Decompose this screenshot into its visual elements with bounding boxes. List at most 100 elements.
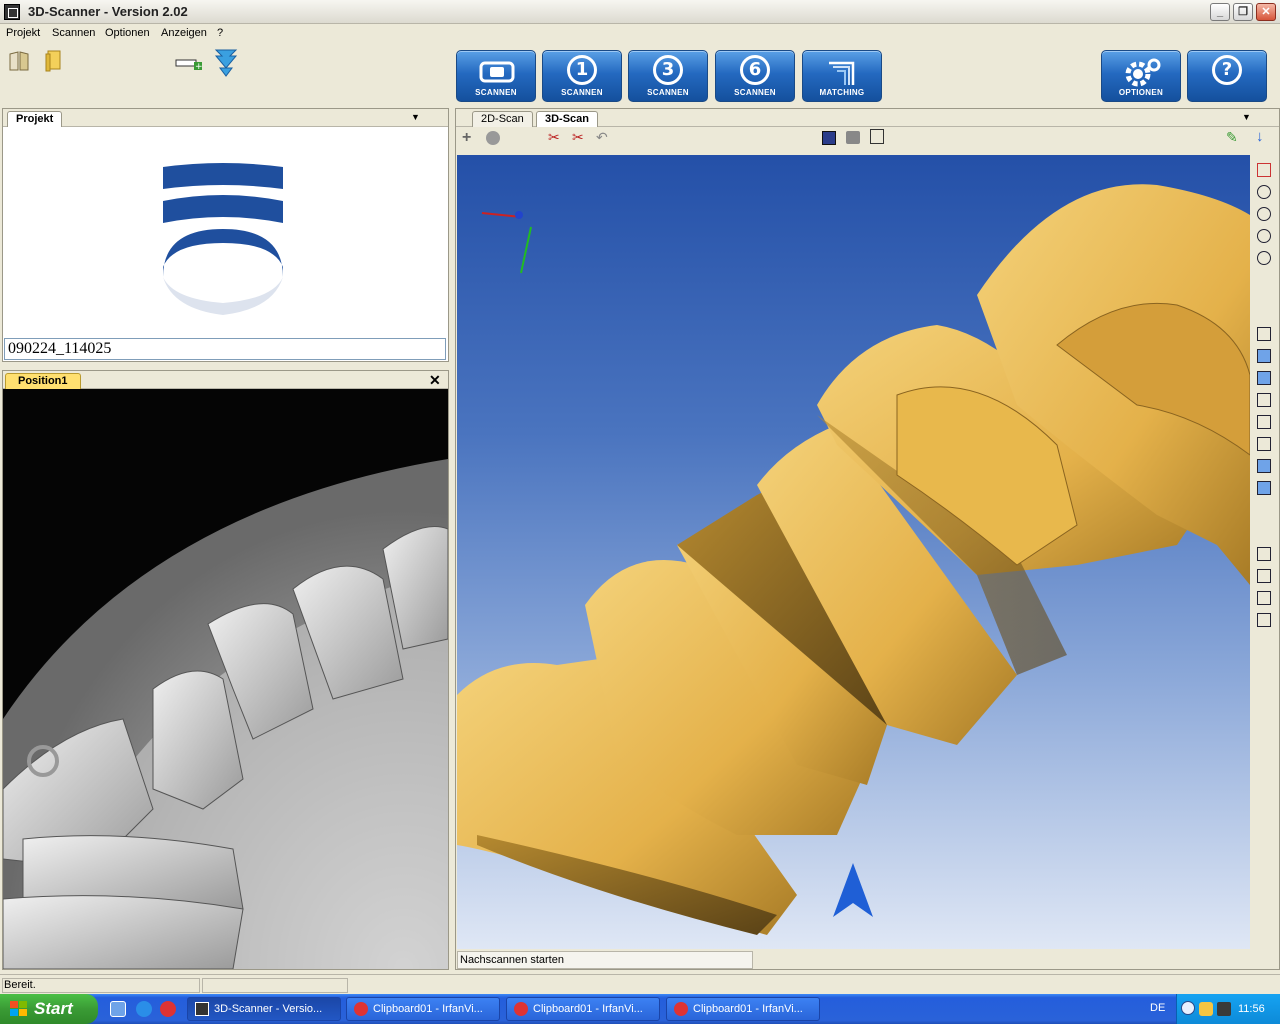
cube-right-icon[interactable] [1257,415,1271,429]
add-icon[interactable]: + [462,129,471,147]
project-panel: Projekt ▼ [2,108,449,362]
texture-icon[interactable] [1257,613,1271,627]
position-panel: Position1 ✕ [2,370,449,970]
export-icon[interactable] [870,129,884,144]
status-panel-2 [202,978,348,993]
menu-bar: Projekt Scannen Optionen Anzeigen ? [0,24,1280,42]
gear-icon [1125,58,1161,87]
cut-all-icon[interactable]: ✂ [572,129,584,146]
matching-label: MATCHING [819,88,865,97]
wireframe-icon[interactable] [1257,547,1271,561]
number-6-icon: 6 [740,55,770,85]
scan-panel: 2D-Scan 3D-Scan ▼ + ✂ ✂ ↶ ✎ ↓ Nachscanne… [455,108,1280,970]
tab-3d-scan[interactable]: 3D-Scan [536,111,599,127]
menu-help[interactable]: ? [217,27,223,39]
language-indicator[interactable]: DE [1150,1002,1165,1014]
show-desktop-icon[interactable] [110,1001,126,1017]
options-label: OPTIONEN [1118,88,1164,97]
irfanview-icon[interactable] [160,1001,176,1017]
task-label: 3D-Scanner - Versio... [214,1003,323,1015]
view-paint-icon[interactable] [1257,327,1271,341]
points-icon[interactable] [1257,591,1271,605]
scan-button[interactable]: SCANNEN [456,50,536,102]
scan-button-label: SCANNEN [475,88,517,97]
cube-top-icon[interactable] [1257,437,1271,451]
status-bar: Bereit. [0,974,1280,994]
menu-optionen[interactable]: Optionen [105,27,150,39]
3d-viewport[interactable] [457,155,1250,949]
number-1-icon: 1 [567,55,597,85]
menu-scannen[interactable]: Scannen [52,27,95,39]
view-box-icon[interactable] [1257,163,1271,177]
save-icon[interactable] [822,131,836,145]
tab-position1[interactable]: Position1 [5,373,81,389]
matching-button[interactable]: MATCHING [802,50,882,102]
title-bar: 3D-Scanner - Version 2.02 _ ❐ ✕ [0,0,1280,24]
taskbar: Start 3D-Scanner - Versio... Clipboard01… [0,994,1280,1024]
view-x-icon[interactable] [1257,185,1271,199]
irfanview-icon [354,1002,368,1016]
view-toolbar [1252,155,1278,949]
menu-projekt[interactable]: Projekt [6,27,40,39]
pin-icon[interactable]: ✎ [1226,129,1238,146]
taskbar-item-clipboard-3[interactable]: Clipboard01 - IrfanVi... [666,997,820,1021]
cube-iso-icon[interactable] [1257,481,1271,495]
add-device-icon[interactable]: + [174,52,204,72]
taskbar-item-clipboard-1[interactable]: Clipboard01 - IrfanVi... [346,997,500,1021]
svg-text:+: + [195,62,203,72]
status-text: Bereit. [2,978,200,993]
tooth-model-render [457,184,1250,935]
undo-icon[interactable]: ↶ [596,129,608,146]
scan-1-button[interactable]: 1 SCANNEN [542,50,622,102]
position-panel-header: Position1 ✕ [3,371,448,389]
folder-icon[interactable] [44,49,66,73]
tray-expand-icon[interactable] [1181,1001,1195,1015]
help-button[interactable]: ? [1187,50,1267,102]
scan-3-label: SCANNEN [647,88,689,97]
cut-icon[interactable]: ✂ [548,129,560,146]
view-y-icon[interactable] [1257,207,1271,221]
project-panel-header: Projekt ▼ [3,109,448,127]
company-logo [163,163,283,315]
panel-menu-arrow-icon[interactable]: ▼ [411,112,421,122]
cube-bottom-icon[interactable] [1257,459,1271,473]
scan-3-button[interactable]: 3 SCANNEN [628,50,708,102]
task-label: Clipboard01 - IrfanVi... [693,1003,803,1015]
close-icon[interactable]: ✕ [429,372,441,389]
shaded-icon[interactable] [1257,569,1271,583]
cube-back-icon[interactable] [1257,371,1271,385]
view-z-icon[interactable] [1257,229,1271,243]
question-icon: ? [1212,55,1242,85]
tray-security-icon[interactable] [1199,1002,1213,1016]
tab-projekt[interactable]: Projekt [7,111,63,127]
scan-panel-menu-arrow-icon[interactable]: ▼ [1242,112,1252,122]
taskbar-item-3d-scanner[interactable]: 3D-Scanner - Versio... [187,997,341,1021]
import-arrow-icon[interactable] [212,46,240,78]
rotate-icon[interactable] [1257,251,1271,265]
app-icon[interactable] [4,4,20,20]
open-book-icon[interactable] [8,50,30,72]
minimize-button[interactable]: _ [1210,3,1230,21]
options-button[interactable]: OPTIONEN [1101,50,1181,102]
cube-front-icon[interactable] [1257,349,1271,363]
scan-1-label: SCANNEN [561,88,603,97]
camera-icon[interactable] [846,131,860,144]
scan-6-label: SCANNEN [734,88,776,97]
tray-network-icon[interactable] [1217,1002,1231,1016]
tab-2d-scan[interactable]: 2D-Scan [472,111,533,127]
cube-left-icon[interactable] [1257,393,1271,407]
close-button[interactable]: ✕ [1256,3,1276,21]
menu-anzeigen[interactable]: Anzeigen [161,27,207,39]
maximize-button[interactable]: ❐ [1233,3,1253,21]
arrow-down-icon[interactable]: ↓ [1256,128,1264,145]
number-3-icon: 3 [653,55,683,85]
scan-6-button[interactable]: 6 SCANNEN [715,50,795,102]
record-icon[interactable] [486,131,500,145]
project-id-field[interactable]: 090224_114025 [4,338,446,360]
irfanview-icon [514,1002,528,1016]
scan-panel-header: 2D-Scan 3D-Scan ▼ [456,109,1279,127]
app-icon [195,1002,209,1016]
internet-explorer-icon[interactable] [136,1001,152,1017]
scanner-icon [479,61,515,83]
taskbar-item-clipboard-2[interactable]: Clipboard01 - IrfanVi... [506,997,660,1021]
